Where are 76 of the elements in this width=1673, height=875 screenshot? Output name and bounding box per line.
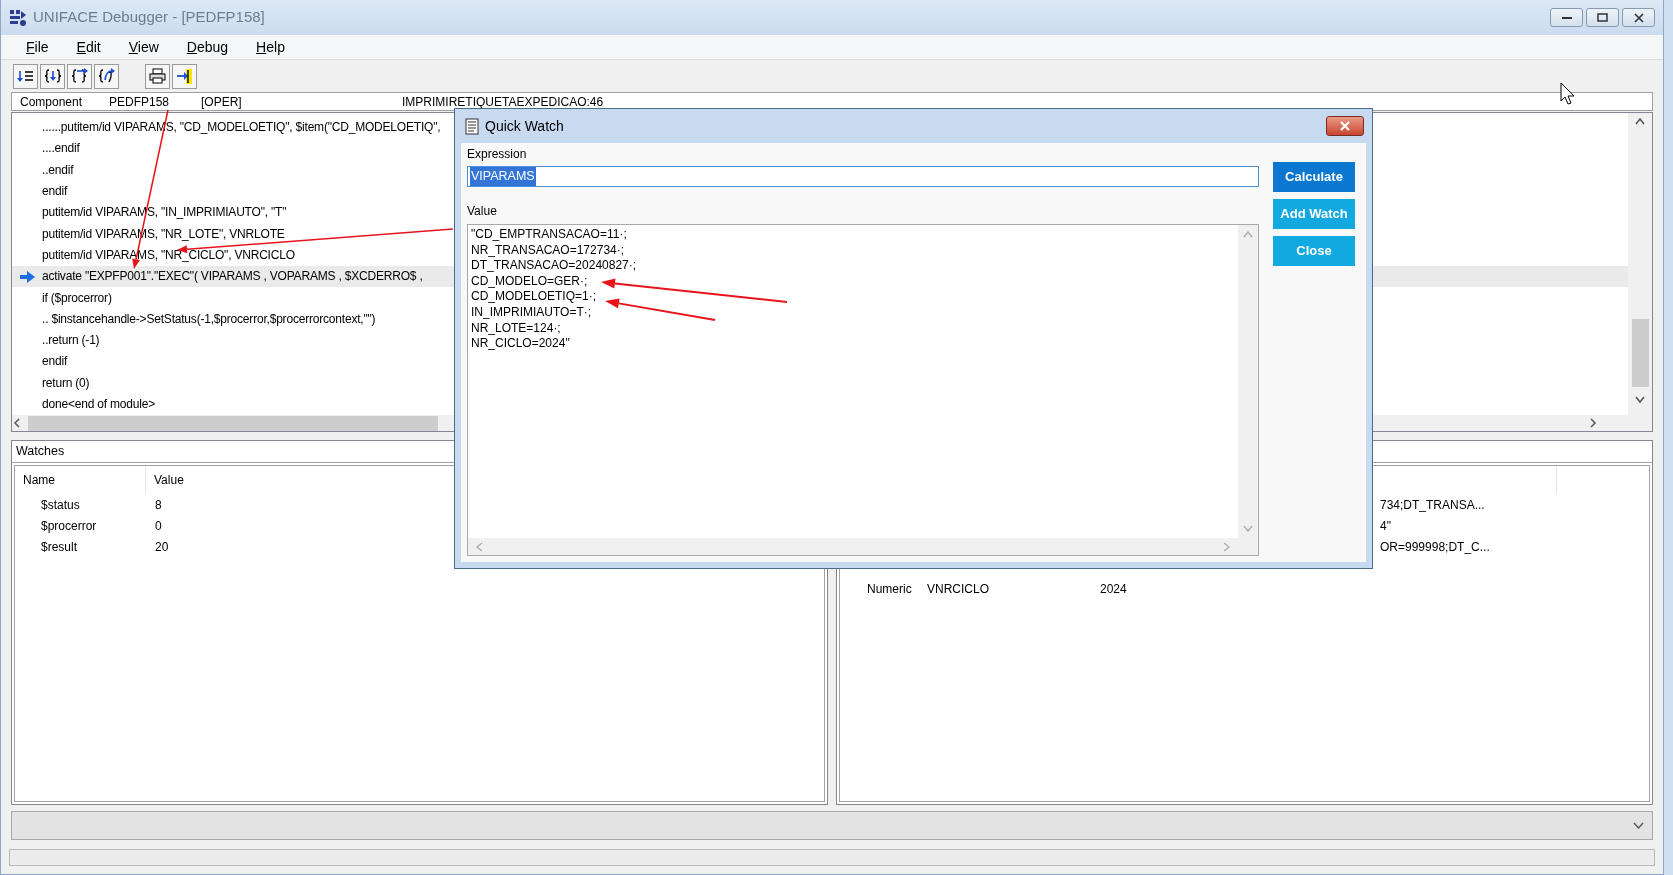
dialog-title: Quick Watch [485, 116, 565, 136]
menu-item[interactable]: Debug [175, 36, 240, 58]
component-name: PEDFP158 [109, 93, 171, 111]
code-line: .. $instancehandle->SetStatus(-1,$procerror,$procerrorcontext,"") [42, 310, 376, 328]
variable-name: VNRCICLO [927, 580, 990, 598]
code-line: endif [42, 183, 68, 201]
value-line: NR_TRANSACAO=172734·; [471, 242, 625, 259]
code-line: activate "EXPFP001"."EXEC"( VIPARAMS , VOPARAMS , $XCDERRO$ , [42, 268, 423, 286]
field-label: Expression [467, 146, 528, 163]
variable-value: 2024 [1100, 580, 1127, 598]
menu-item[interactable]: Edit [65, 36, 112, 58]
braces-arrow-icon [44, 68, 61, 84]
pane-title: Watches [16, 443, 65, 461]
toolbar-button[interactable] [172, 63, 197, 89]
code-line: ....endif [42, 140, 80, 158]
scroll-right-icon[interactable] [1588, 418, 1598, 429]
value-line: IN_IMPRIMIAUTO=T·; [471, 304, 592, 321]
code-line: ..return (-1) [42, 332, 100, 350]
printer-icon [149, 68, 166, 84]
code-line: ..endif [42, 161, 74, 179]
variable-value: 4" [1380, 517, 1391, 535]
braces-arrow-icon [98, 68, 115, 84]
toolbar-button[interactable] [13, 63, 38, 89]
expression-field[interactable]: VIPARAMS [467, 166, 1259, 187]
field-label: Value [467, 203, 498, 220]
arrow-to-bar-icon [176, 68, 193, 84]
variable-value: OR=999998;DT_C... [1380, 538, 1490, 556]
close-icon [1633, 12, 1644, 23]
value-line: DT_TRANSACAO=20240827·; [471, 258, 637, 274]
scroll-left-icon[interactable] [12, 418, 22, 429]
watch-value: 8 [154, 496, 162, 514]
close-button[interactable] [1622, 8, 1655, 27]
watch-name: $result [40, 538, 79, 556]
menu-item[interactable]: Help [245, 36, 296, 58]
code-line: if ($procerror) [42, 289, 112, 307]
variable-value: 734;DT_TRANSA... [1380, 496, 1485, 514]
value-line: NR_LOTE=124·; [471, 320, 561, 337]
toolbar-button[interactable] [94, 63, 119, 89]
dialog-button[interactable]: Calculate [1273, 162, 1355, 192]
toolbar-button[interactable] [40, 63, 65, 89]
operation-type: [OPER] [201, 93, 243, 111]
watch-value: 0 [154, 517, 162, 535]
scroll-up-icon[interactable] [1635, 117, 1645, 125]
close-button[interactable] [1326, 116, 1364, 136]
app-icon [9, 8, 27, 27]
menu-item[interactable]: File [15, 36, 60, 58]
minimize-button[interactable] [1550, 8, 1583, 27]
window-title: UNIFACE Debugger - [PEDFP158] [33, 7, 265, 28]
scrollbar-thumb[interactable] [1631, 319, 1649, 387]
code-line: return (0) [42, 374, 90, 392]
value-line: NR_CICLO=2024" [471, 336, 570, 352]
chevron-down-icon [1633, 822, 1644, 829]
value-line: "CD_EMPTRANSACAO=11·; [471, 227, 627, 243]
code-line: done<end of module> [42, 396, 155, 413]
watch-name: $status [40, 496, 81, 514]
scrollbar-thumb[interactable] [28, 415, 438, 431]
menu-item[interactable]: View [117, 36, 170, 58]
code-line: endif [42, 353, 68, 371]
scroll-down-icon[interactable] [1635, 396, 1645, 404]
variable-type: Numeric [867, 580, 913, 598]
column-header[interactable]: Value [146, 471, 184, 489]
close-icon [1340, 121, 1350, 131]
watch-value: 20 [154, 538, 169, 556]
document-icon [465, 117, 479, 135]
toolbar-button[interactable] [67, 63, 92, 89]
restore-icon [1597, 13, 1608, 22]
value-line: CD_MODELO=GER·; [471, 273, 588, 290]
column-header[interactable]: Name [15, 466, 146, 494]
component-label: Component [20, 93, 84, 111]
braces-arrow-icon [71, 68, 88, 84]
restore-button[interactable] [1586, 8, 1619, 27]
watch-name: $procerror [40, 517, 98, 535]
step-icon [17, 68, 34, 84]
value-line: CD_MODELOETIQ=1·; [471, 289, 597, 305]
module-location: IMPRIMIRETIQUETAEXPEDICAO:46 [402, 93, 604, 111]
toolbar-button[interactable] [145, 63, 170, 89]
